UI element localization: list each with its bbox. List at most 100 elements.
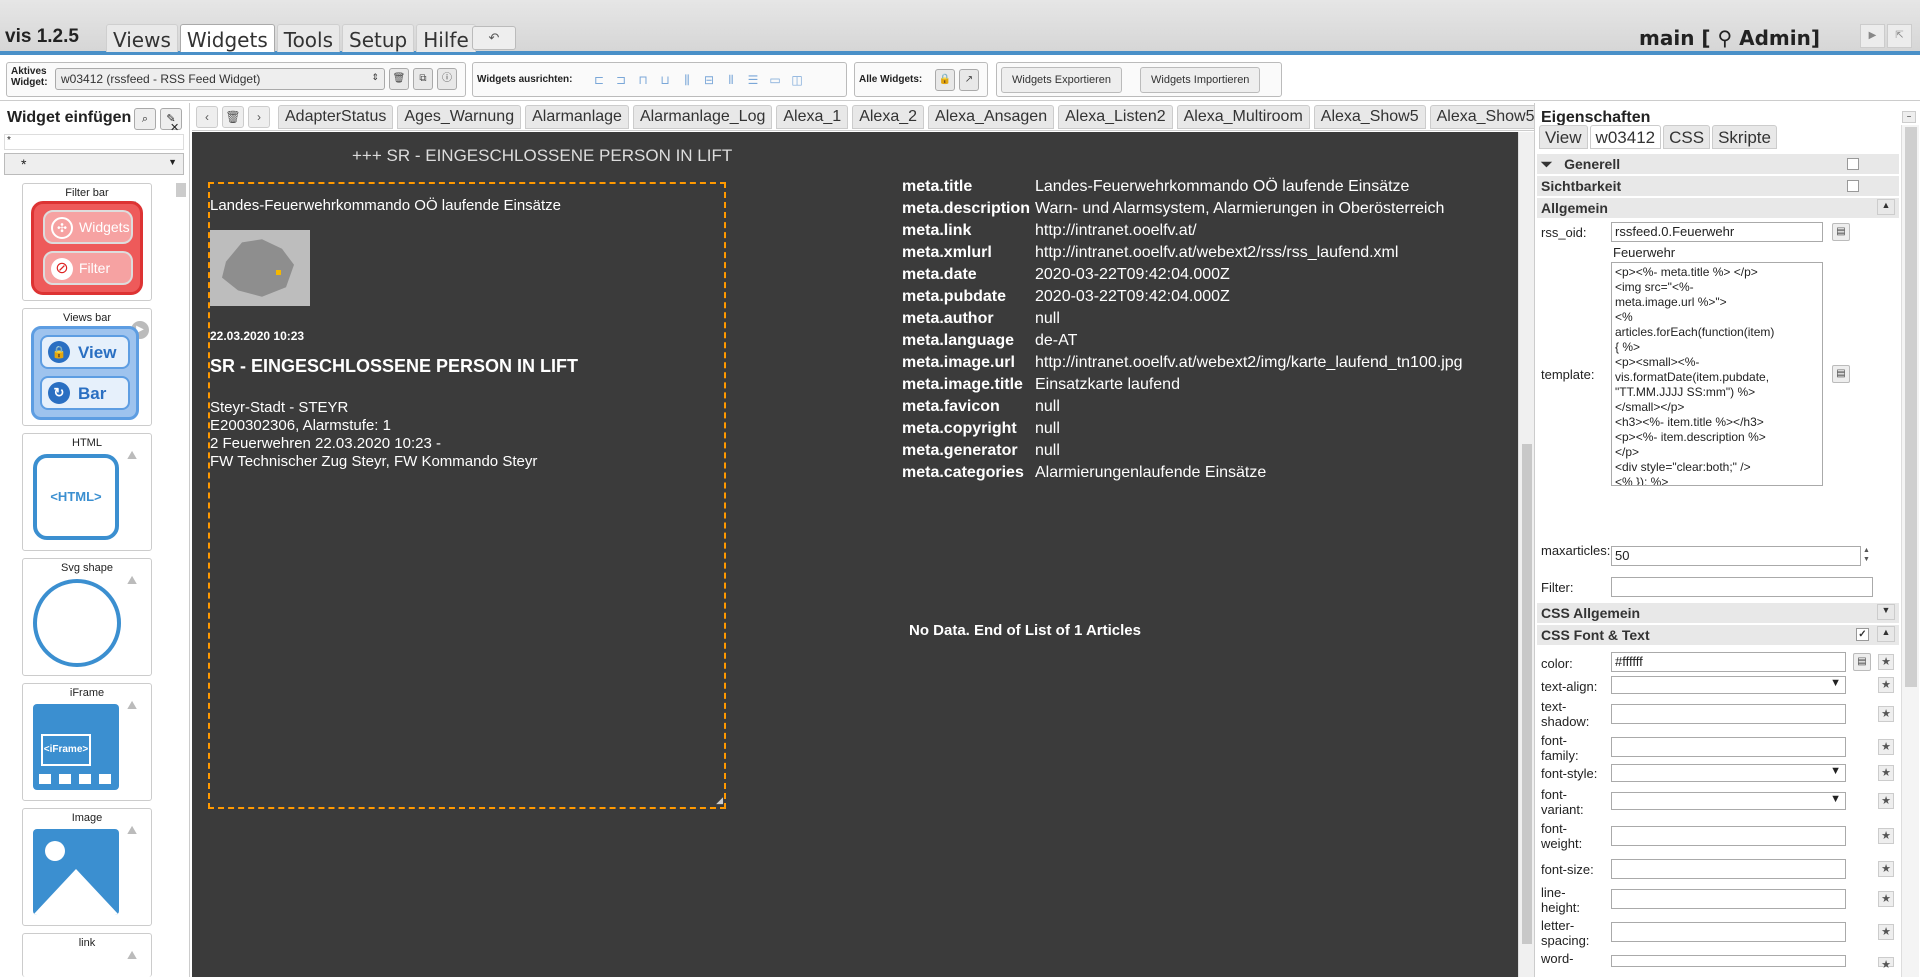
edit-template-button[interactable]: ▤ <box>1832 365 1850 383</box>
search-icon[interactable]: ⌕ <box>134 108 156 130</box>
resize-handle-icon[interactable]: ◢ <box>716 795 723 806</box>
section-generell[interactable]: ⏷ Generell <box>1537 154 1899 174</box>
align-right-icon[interactable]: ⊐ <box>613 72 629 88</box>
lock-icon[interactable]: 🔒 <box>935 69 955 91</box>
view-tab[interactable]: Ages_Warnung <box>397 105 522 129</box>
canvas-scrollbar[interactable] <box>1518 132 1534 977</box>
tab-skripte[interactable]: Skripte <box>1712 125 1777 149</box>
font-variant-select[interactable]: ▼ <box>1611 792 1846 810</box>
star-icon[interactable]: ★ <box>1878 677 1894 693</box>
chevron-left-icon[interactable]: ‹ <box>196 106 218 128</box>
section-css-allgemein[interactable]: CSS Allgemein ▼ <box>1537 603 1899 623</box>
generell-checkbox[interactable] <box>1847 158 1859 170</box>
color-picker-button[interactable]: ▤ <box>1853 653 1871 671</box>
widget-card-image[interactable]: Image ⛰ <box>22 808 152 926</box>
align-vcenter-icon[interactable]: ⊟ <box>701 72 717 88</box>
menu-tools[interactable]: Tools <box>276 24 341 52</box>
properties-scrollbar[interactable] <box>1901 125 1919 977</box>
filter-input[interactable] <box>1611 577 1873 597</box>
chevron-right-icon[interactable]: › <box>248 106 270 128</box>
stepper-icon[interactable]: ▲ ▼ <box>1863 546 1873 566</box>
star-icon[interactable]: ★ <box>1878 706 1894 722</box>
trash-icon[interactable]: 🗑 <box>389 68 409 90</box>
copy-icon[interactable]: ⧉ <box>413 68 433 90</box>
menu-views[interactable]: Views <box>106 24 178 52</box>
view-tab[interactable]: Alexa_Listen2 <box>1058 105 1173 129</box>
template-textarea[interactable]: <p><%- meta.title %> </p> <img src="<%- … <box>1611 262 1823 486</box>
text-align-select[interactable]: ▼ <box>1611 676 1846 694</box>
text-shadow-input[interactable] <box>1611 704 1846 724</box>
collapse-icon[interactable]: − <box>1902 111 1916 123</box>
trash-icon[interactable]: 🗑 <box>222 106 244 128</box>
rss-oid-input[interactable]: rssfeed.0.Feuerwehr <box>1611 222 1823 242</box>
star-icon[interactable]: ★ <box>1878 957 1894 971</box>
info-icon[interactable]: ⓘ <box>437 68 457 90</box>
view-tab[interactable]: Alexa_Multiroom <box>1176 105 1310 129</box>
distribute-h-icon[interactable]: ⫴ <box>723 72 739 88</box>
sichtbarkeit-checkbox[interactable] <box>1847 180 1859 192</box>
view-tab[interactable]: Alexa_1 <box>776 105 849 129</box>
view-canvas[interactable]: +++ SR - EINGESCHLOSSENE PERSON IN LIFT … <box>192 132 1518 977</box>
view-tab[interactable]: Alexa_2 <box>852 105 925 129</box>
word-spacing-input[interactable] <box>1611 955 1846 967</box>
view-tab[interactable]: Alexa_Show5 <box>1313 105 1426 129</box>
view-tab[interactable]: AdapterStatus <box>278 105 394 129</box>
widget-filter-input[interactable]: * <box>4 134 184 150</box>
close-icon[interactable]: ✕ <box>170 121 179 134</box>
section-css-font[interactable]: CSS Font & Text ✓ ▲ <box>1537 625 1899 645</box>
same-width-icon[interactable]: ◫ <box>789 72 805 88</box>
widget-card-filter-bar[interactable]: Filter bar ▽ ✣ Widgets ⊘ Filter <box>22 183 152 301</box>
section-allgemein[interactable]: Allgemein ▲ <box>1537 198 1899 218</box>
undo-button[interactable]: ↶ <box>472 26 516 50</box>
export-widgets-button[interactable]: Widgets Exportieren <box>1001 67 1123 93</box>
menu-setup[interactable]: Setup <box>342 24 415 52</box>
line-height-input[interactable] <box>1611 889 1846 909</box>
star-icon[interactable]: ★ <box>1878 828 1894 844</box>
widget-set-select[interactable]: * ▼ <box>4 153 184 175</box>
menu-widgets[interactable]: Widgets <box>179 24 275 52</box>
same-size-icon[interactable]: ▭ <box>767 72 783 88</box>
section-sichtbarkeit[interactable]: Sichtbarkeit <box>1537 176 1899 196</box>
tab-view[interactable]: View <box>1539 125 1588 149</box>
star-icon[interactable]: ★ <box>1878 861 1894 877</box>
widget-card-svg-shape[interactable]: Svg shape ⛰ <box>22 558 152 676</box>
chevron-down-icon[interactable]: ▼ <box>1877 604 1895 620</box>
view-tab[interactable]: Alexa_Show5 <box>1429 105 1534 129</box>
font-size-input[interactable] <box>1611 859 1846 879</box>
expand-icon[interactable]: ⇱ <box>1887 24 1912 48</box>
font-family-input[interactable] <box>1611 737 1846 757</box>
align-left-icon[interactable]: ⊏ <box>591 72 607 88</box>
star-icon[interactable]: ★ <box>1878 891 1894 907</box>
letter-spacing-input[interactable] <box>1611 922 1846 942</box>
distribute-v-icon[interactable]: ☰ <box>745 72 761 88</box>
widget-card-link[interactable]: link ⛰ <box>22 933 152 977</box>
star-icon[interactable]: ★ <box>1878 793 1894 809</box>
view-tab[interactable]: Alarmanlage_Log <box>632 105 773 129</box>
select-oid-button[interactable]: ▤ <box>1832 223 1850 241</box>
font-style-select[interactable]: ▼ <box>1611 764 1846 782</box>
external-icon[interactable]: ↗ <box>959 69 979 91</box>
chevron-up-icon[interactable]: ▲ <box>1877 199 1895 215</box>
css-color-input[interactable]: #ffffff <box>1611 652 1846 672</box>
selected-rss-widget[interactable]: Landes-Feuerwehrkommando OÖ laufende Ein… <box>208 182 726 809</box>
palette-scrollbar[interactable] <box>176 183 186 197</box>
menu-hilfe[interactable]: Hilfe <box>416 24 476 52</box>
view-tab[interactable]: Alarmanlage <box>525 105 629 129</box>
play-icon[interactable]: ▶ <box>1860 24 1885 48</box>
align-bottom-icon[interactable]: ⊔ <box>657 72 673 88</box>
star-icon[interactable]: ★ <box>1878 765 1894 781</box>
tab-widget[interactable]: w03412 <box>1589 125 1662 149</box>
widget-card-views-bar[interactable]: Views bar ▶ 🔒 View ↻ Bar <box>22 308 152 426</box>
tab-css[interactable]: CSS <box>1663 125 1711 149</box>
canvas-scrollbar-thumb[interactable] <box>1522 444 1532 944</box>
align-hcenter-icon[interactable]: ⫼ <box>679 72 695 88</box>
widget-card-html[interactable]: HTML ⛰ <HTML> <box>22 433 152 551</box>
chevron-up-icon[interactable]: ▲ <box>1877 626 1895 642</box>
css-font-checkbox[interactable]: ✓ <box>1856 628 1869 641</box>
star-icon[interactable]: ★ <box>1878 739 1894 755</box>
import-widgets-button[interactable]: Widgets Importieren <box>1140 67 1261 93</box>
align-top-icon[interactable]: ⊓ <box>635 72 651 88</box>
maxarticles-input[interactable]: 50 <box>1611 546 1861 566</box>
widget-card-iframe[interactable]: iFrame ⛰ <iFrame> <box>22 683 152 801</box>
star-icon[interactable]: ★ <box>1878 924 1894 940</box>
